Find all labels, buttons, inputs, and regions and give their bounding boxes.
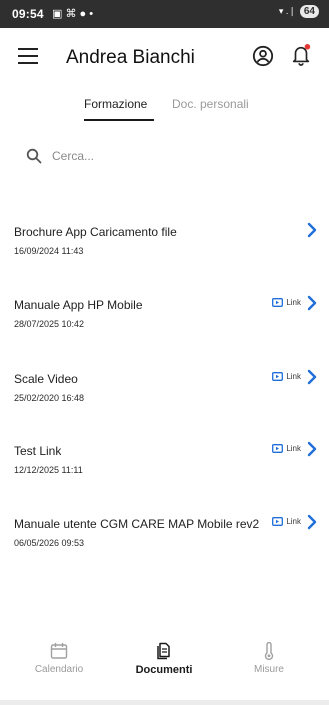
tab-formazione[interactable]: Formazione [84,97,147,111]
chevron-right-icon[interactable] [307,514,317,530]
link-label: Link [286,444,301,453]
list-item[interactable]: Brochure App Caricamento file 16/09/2024… [0,222,329,273]
nav-label: Documenti [135,664,193,676]
battery-indicator: 64 [299,5,319,18]
notification-bell-icon[interactable] [290,43,312,67]
calendar-icon [50,643,68,659]
tab-doc-personali[interactable]: Doc. personali [172,97,249,111]
chevron-right-icon[interactable] [307,222,317,238]
video-link-icon [272,298,284,307]
nav-label: Calendario [34,664,84,675]
document-title: Scale Video [14,372,78,386]
tab-bar: Formazione Doc. personali [0,90,329,124]
document-date: 28/07/2025 10:42 [14,319,85,329]
search-input[interactable] [52,144,292,168]
thermometer-icon [264,642,274,660]
chevron-right-icon[interactable] [307,369,317,385]
link-badge[interactable]: Link [272,444,301,453]
document-title: Brochure App Caricamento file [14,225,177,239]
chevron-right-icon[interactable] [307,441,317,457]
bottom-navigation: Calendario Documenti Misure [0,642,329,705]
list-item[interactable]: Test Link 12/12/2025 11:11 Link [0,441,329,492]
search-bar [22,142,302,170]
document-title: Test Link [14,444,62,458]
document-date: 25/02/2020 16:48 [14,393,85,403]
video-link-icon [272,372,284,381]
link-badge[interactable]: Link [272,372,301,381]
documents-icon [157,642,170,660]
nav-documenti[interactable]: Documenti [119,642,209,676]
list-item[interactable]: Scale Video 25/02/2020 16:48 Link [0,369,329,420]
status-bar: 09:54 ▣ ⌘ ● • ▾ .❘ 64 [0,0,329,28]
page-title: Andrea Bianchi [66,47,195,68]
status-time: 09:54 [12,7,44,21]
search-icon [26,148,42,164]
signal-icon: ▾ .❘ [278,6,296,16]
document-title: Manuale utente CGM CARE MAP Mobile rev2 [14,517,260,531]
document-title: Manuale App HP Mobile [14,298,143,312]
app-header: Andrea Bianchi [0,28,329,84]
video-link-icon [272,444,284,453]
nav-misure[interactable]: Misure [224,642,314,675]
link-badge[interactable]: Link [272,298,301,307]
video-link-icon [272,517,284,526]
document-date: 12/12/2025 11:11 [14,465,83,475]
hamburger-menu-icon[interactable] [18,48,38,64]
list-item[interactable]: Manuale utente CGM CARE MAP Mobile rev2 … [0,514,329,565]
notification-badge-icon [304,44,311,50]
document-date: 06/05/2026 09:53 [14,538,85,548]
link-label: Link [286,372,301,381]
status-notification-icons: ▣ ⌘ ● • [52,8,94,20]
link-badge[interactable]: Link [272,517,301,526]
link-label: Link [286,517,301,526]
nav-calendario[interactable]: Calendario [14,642,104,675]
link-label: Link [286,298,301,307]
list-item[interactable]: Manuale App HP Mobile 28/07/2025 10:42 L… [0,295,329,346]
system-gesture-bar [0,700,329,705]
chevron-right-icon[interactable] [307,295,317,311]
document-date: 16/09/2024 11:43 [14,246,84,256]
nav-label: Misure [253,664,284,675]
status-right: ▾ .❘ 64 [279,5,319,18]
active-tab-indicator [84,119,154,121]
account-circle-icon[interactable] [252,45,274,67]
